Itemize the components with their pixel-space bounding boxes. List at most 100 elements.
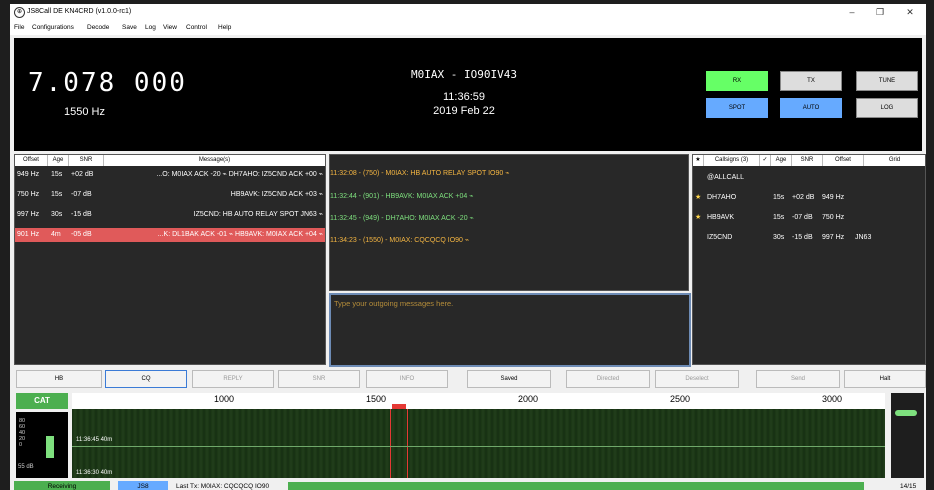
log-button[interactable]: LOG [856,98,918,118]
menu-bar: File Configurations Decode Save Log View… [10,21,926,35]
call-offset: 750 Hz [822,214,845,221]
window-title: JS8Call DE KN4CRD (v1.0.0-rc1) [27,8,132,15]
band-row[interactable]: 949 Hz 15s +02 dB ...O: M0IAX ACK -20 ⌁ … [15,168,325,182]
tx-button[interactable]: TX [780,71,842,91]
maximize-button[interactable]: ❐ [870,6,890,18]
waterfall[interactable]: 1000 1500 2000 2500 3000 11:36:45 40m 11… [72,393,885,478]
band-row[interactable]: 997 Hz 30s -15 dB IZ5CND: HB AUTO RELAY … [15,208,325,222]
frequency-scale[interactable]: 1000 1500 2000 2500 3000 [72,393,885,409]
header-messages[interactable]: Message(s) [104,155,325,166]
tx-passband [390,409,408,478]
band-activity-panel[interactable]: Offset Age SNR Message(s) 949 Hz 15s +02… [14,154,326,365]
row-message: ...K: DL1BAK ACK -01 ⌁ HB9AVK: M0IAX ACK… [157,231,323,238]
spot-button[interactable]: SPOT [706,98,768,118]
callsign-row[interactable]: ★ DH7AHO 15s +02 dB 949 Hz [693,191,925,205]
station-callsign: M0IAX - IO90IV43 [411,68,517,81]
auto-button[interactable]: AUTO [780,98,842,118]
outgoing-message-input[interactable]: Type your outgoing messages here. [329,293,691,367]
close-button[interactable]: ✕ [900,6,920,18]
header-age[interactable]: Age [48,155,69,166]
reply-button[interactable]: REPLY [192,370,274,388]
header-age[interactable]: Age [771,155,792,166]
dial-frequency[interactable]: 7.078 000 [28,68,187,98]
row-snr: -07 dB [71,191,92,198]
menu-view[interactable]: View [163,24,177,31]
row-message: HB9AVK: IZ5CND ACK +03 ⌁ [230,191,323,198]
activity-line: 11:32:08 - (750) - M0IAX: HB AUTO RELAY … [330,170,510,177]
cq-button[interactable]: CQ [105,370,187,388]
header-offset[interactable]: Offset [15,155,48,166]
header-grid[interactable]: Grid [864,155,925,166]
call-name: HB9AVK [707,214,735,221]
header-snr[interactable]: SNR [69,155,104,166]
menu-help[interactable]: Help [218,24,231,31]
callsign-row[interactable]: ★ HB9AVK 15s -07 dB 750 Hz [693,211,925,225]
cat-indicator[interactable]: CAT [16,393,68,409]
rx-button[interactable]: RX [706,71,768,91]
tx-progress-bar [288,482,864,490]
row-message: ...O: M0IAX ACK -20 ⌁ DH7AHO: IZ5CND ACK… [156,171,323,178]
call-name: IZ5CND [707,234,733,241]
activity-line: 11:32:45 - (949) - DH7AHO: M0IAX ACK -20… [330,215,474,222]
row-offset: 949 Hz [17,171,40,178]
clock-time: 11:36:59 [442,91,485,103]
receiving-status: Receiving [14,481,110,490]
minimize-button[interactable]: – [842,6,862,18]
row-age: 15s [51,191,63,198]
row-age: 15s [51,171,63,178]
callsign-row[interactable]: IZ5CND 30s -15 dB 997 Hz JN63 [693,231,925,245]
snr-button[interactable]: SNR [278,370,360,388]
tune-button[interactable]: TUNE [856,71,918,91]
gain-slider[interactable] [891,393,924,478]
header-snr[interactable]: SNR [792,155,823,166]
directed-button[interactable]: Directed [566,370,650,388]
time-divider [72,446,885,447]
info-button[interactable]: INFO [366,370,448,388]
waterfall-spectrum[interactable]: 11:36:45 40m 11:36:30 40m [72,409,885,478]
tick-2500: 2500 [670,394,691,404]
callsign-row[interactable]: @ALLCALL [693,171,925,185]
call-age: 30s [773,234,785,241]
call-offset: 949 Hz [822,194,845,201]
call-grid: JN63 [855,234,872,241]
menu-save[interactable]: Save [122,24,137,31]
header-offset[interactable]: Offset [823,155,864,166]
slider-handle[interactable] [895,410,917,416]
clock-date: 2019 Feb 22 [433,105,495,117]
header-callsigns[interactable]: Callsigns (3) [704,155,760,166]
band-row[interactable]: 750 Hz 15s -07 dB HB9AVK: IZ5CND ACK +03… [15,188,325,202]
status-bar: Receiving JS8 Last Tx: M0IAX: CQCQCQ IO9… [10,481,926,490]
callsigns-panel[interactable]: ★ Callsigns (3) ✓ Age SNR Offset Grid @A… [692,154,926,365]
hb-button[interactable]: HB [16,370,102,388]
menu-control[interactable]: Control [186,24,207,31]
meter-bar [46,436,54,458]
call-name: @ALLCALL [707,174,745,181]
tick-1000: 1000 [214,394,235,404]
offset-frequency: 1550 Hz [64,106,105,118]
row-snr: -15 dB [71,211,92,218]
activity-line: 11:34:23 - (1550) - M0IAX: CQCQCQ IO90 ⌁ [330,237,470,244]
utc-clock: 11:36:59 2019 Feb 22 [344,90,584,118]
menu-log[interactable]: Log [145,24,156,31]
tick-2000: 2000 [518,394,539,404]
time-marker: 11:36:30 40m [76,470,113,476]
menu-configurations[interactable]: Configurations [32,24,74,31]
deselect-button[interactable]: Deselect [655,370,739,388]
row-age: 4m [51,231,61,238]
row-message: IZ5CND: HB AUTO RELAY SPOT JN63 ⌁ [193,211,323,218]
star-icon: ★ [695,214,702,221]
header-star[interactable]: ★ [693,155,704,166]
band-row-selected[interactable]: 901 Hz 4m -05 dB ...K: DL1BAK ACK -01 ⌁ … [15,228,325,242]
send-button[interactable]: Send [756,370,840,388]
main-window: ⊕ JS8Call DE KN4CRD (v1.0.0-rc1) – ❐ ✕ F… [10,4,926,490]
rx-text-activity[interactable]: 11:32:08 - (750) - M0IAX: HB AUTO RELAY … [329,154,689,291]
header-check[interactable]: ✓ [760,155,771,166]
tick-1500: 1500 [366,394,387,404]
menu-decode[interactable]: Decode [87,24,109,31]
saved-button[interactable]: Saved [467,370,551,388]
row-age: 30s [51,211,63,218]
frequency-display: 7.078 000 1550 Hz M0IAX - IO90IV43 11:36… [14,38,922,151]
menu-file[interactable]: File [14,24,24,31]
halt-button[interactable]: Halt [844,370,926,388]
last-tx: Last Tx: M0IAX: CQCQCQ IO90 [176,483,270,490]
